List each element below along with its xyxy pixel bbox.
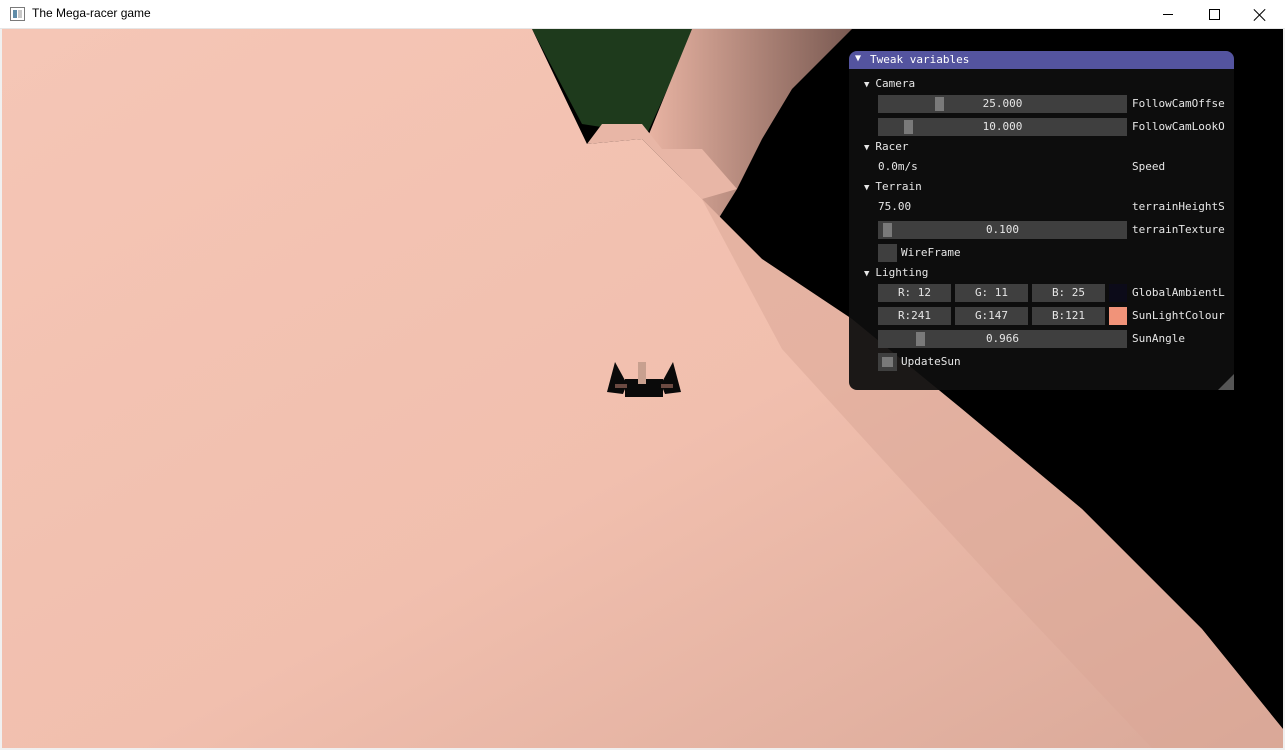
section-camera[interactable]: ▼ Camera xyxy=(864,77,915,91)
speed-value: 0.0m/s xyxy=(878,160,918,173)
section-camera-label: Camera xyxy=(875,77,916,90)
slider-value: 0.966 xyxy=(985,332,1020,345)
close-button[interactable] xyxy=(1237,0,1283,29)
wireframe-label: WireFrame xyxy=(901,246,961,259)
sun-angle-label: SunAngle xyxy=(1132,332,1185,345)
panel-title: Tweak variables xyxy=(870,53,970,66)
minimize-icon xyxy=(1163,14,1173,15)
slider-value: 0.100 xyxy=(985,223,1020,236)
maximize-icon xyxy=(1208,9,1220,20)
tree-arrow-icon: ▼ xyxy=(864,80,870,90)
sun-b-field[interactable]: B:121 xyxy=(1032,307,1105,325)
ambient-color-swatch[interactable] xyxy=(1109,284,1127,302)
sun-angle-slider[interactable]: 0.966 xyxy=(878,330,1127,348)
section-terrain-label: Terrain xyxy=(875,180,922,193)
follow-cam-lookat-slider[interactable]: 10.000 xyxy=(878,118,1127,136)
terrain-texture-slider[interactable]: 0.100 xyxy=(878,221,1127,239)
sun-g-field[interactable]: G:147 xyxy=(955,307,1028,325)
tree-arrow-icon: ▼ xyxy=(864,269,870,279)
section-lighting-label: Lighting xyxy=(875,266,929,279)
slider-value: 25.000 xyxy=(982,97,1023,110)
panel-header[interactable]: ▼ Tweak variables xyxy=(849,51,1234,69)
section-lighting[interactable]: ▼ Lighting xyxy=(864,266,928,280)
ambient-b-field[interactable]: B: 25 xyxy=(1032,284,1105,302)
window-title: The Mega-racer game xyxy=(32,6,151,20)
ambient-g-field[interactable]: G: 11 xyxy=(955,284,1028,302)
slider-value: 10.000 xyxy=(982,120,1023,133)
sun-light-label: SunLightColour xyxy=(1132,309,1225,322)
minimize-button[interactable] xyxy=(1145,0,1191,29)
sun-r-field[interactable]: R:241 xyxy=(878,307,951,325)
follow-cam-offset-slider[interactable]: 25.000 xyxy=(878,95,1127,113)
ambient-r-field[interactable]: R: 12 xyxy=(878,284,951,302)
terrain-height-label: terrainHeightS xyxy=(1132,200,1225,213)
ambient-label: GlobalAmbientL xyxy=(1132,286,1225,299)
section-racer[interactable]: ▼ Racer xyxy=(864,140,909,154)
close-icon xyxy=(1253,8,1267,22)
sun-color-swatch[interactable] xyxy=(1109,307,1127,325)
wireframe-checkbox[interactable] xyxy=(878,244,897,262)
follow-cam-lookat-label: FollowCamLookO xyxy=(1132,120,1225,133)
resize-grip-icon[interactable] xyxy=(1218,374,1234,390)
speed-label: Speed xyxy=(1132,160,1166,173)
tree-arrow-icon: ▼ xyxy=(864,183,870,193)
section-terrain[interactable]: ▼ Terrain xyxy=(864,180,922,194)
app-icon xyxy=(10,7,25,21)
collapse-arrow-icon[interactable]: ▼ xyxy=(855,53,861,64)
tree-arrow-icon: ▼ xyxy=(864,143,870,153)
follow-cam-offset-label: FollowCamOffse xyxy=(1132,97,1225,110)
terrain-height-value: 75.00 xyxy=(878,200,912,213)
update-sun-label: UpdateSun xyxy=(901,355,961,368)
maximize-button[interactable] xyxy=(1191,0,1237,29)
terrain-texture-label: terrainTexture xyxy=(1132,223,1225,236)
tweak-panel[interactable]: ▼ Tweak variables ▼ Camera 25.000 FollowC… xyxy=(849,51,1234,390)
update-sun-checkbox[interactable] xyxy=(878,353,897,371)
section-racer-label: Racer xyxy=(875,140,909,153)
window-titlebar[interactable]: The Mega-racer game xyxy=(0,0,1285,29)
